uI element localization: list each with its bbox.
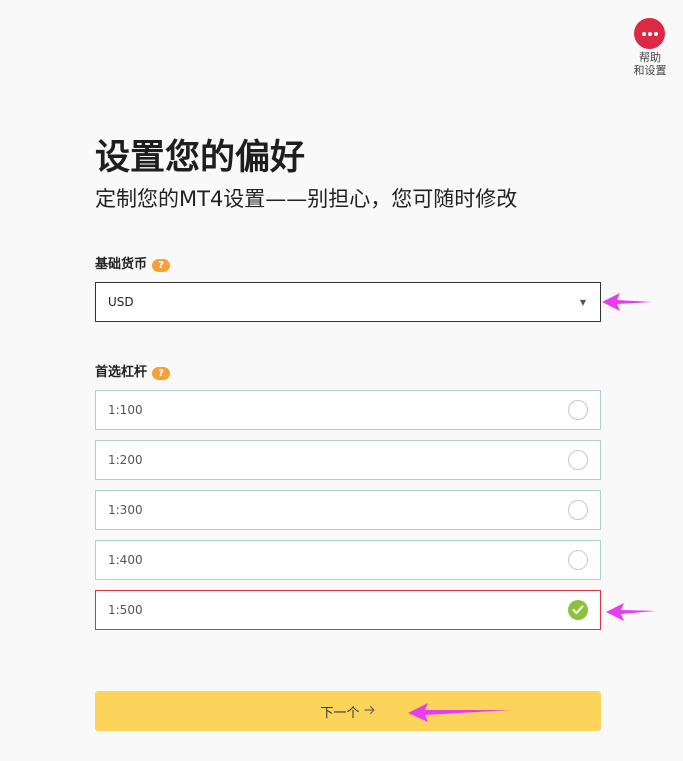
- leverage-option-label: 1:400: [108, 553, 143, 567]
- leverage-option-1-400[interactable]: 1:400: [95, 540, 601, 580]
- arrow-right-icon: [363, 704, 376, 719]
- annotation-arrow-icon: [408, 703, 511, 722]
- annotation-arrow-icon: [606, 603, 656, 621]
- radio-unchecked-icon: [568, 400, 588, 420]
- currency-field-label: 基础货币 ?: [95, 256, 171, 274]
- leverage-label-text: 首选杠杆: [95, 365, 148, 380]
- currency-label-text: 基础货币: [95, 257, 148, 272]
- next-button-label: 下一个: [320, 705, 360, 721]
- caret-down-icon: ▼: [579, 297, 586, 307]
- annotation-arrow-icon: [602, 293, 652, 311]
- leverage-option-label: 1:500: [108, 603, 143, 617]
- radio-unchecked-icon: [568, 500, 588, 520]
- leverage-option-1-300[interactable]: 1:300: [95, 490, 601, 530]
- more-dots-icon: [641, 31, 658, 36]
- currency-help-icon[interactable]: ?: [152, 258, 171, 272]
- currency-select[interactable]: USD ▼: [95, 282, 601, 322]
- leverage-field-label: 首选杠杆 ?: [95, 364, 171, 382]
- radio-unchecked-icon: [568, 550, 588, 570]
- leverage-option-label: 1:100: [108, 403, 143, 417]
- currency-select-value: USD: [108, 295, 134, 309]
- page-subtitle: 定制您的MT4设置——别担心，您可随时修改: [95, 187, 518, 211]
- next-button[interactable]: 下一个: [95, 691, 601, 731]
- help-label-line1: 帮助: [639, 51, 661, 64]
- leverage-option-1-500[interactable]: 1:500: [95, 590, 601, 630]
- leverage-option-label: 1:200: [108, 453, 143, 467]
- leverage-option-1-100[interactable]: 1:100: [95, 390, 601, 430]
- leverage-help-icon[interactable]: ?: [152, 366, 171, 380]
- help-settings-label: 帮助 和设置: [624, 51, 676, 77]
- leverage-option-label: 1:300: [108, 503, 143, 517]
- help-label-line2: 和设置: [633, 64, 667, 77]
- help-settings-button[interactable]: [634, 18, 665, 49]
- leverage-option-1-200[interactable]: 1:200: [95, 440, 601, 480]
- radio-unchecked-icon: [568, 450, 588, 470]
- page-title: 设置您的偏好: [95, 138, 306, 178]
- check-circle-icon: [568, 600, 588, 620]
